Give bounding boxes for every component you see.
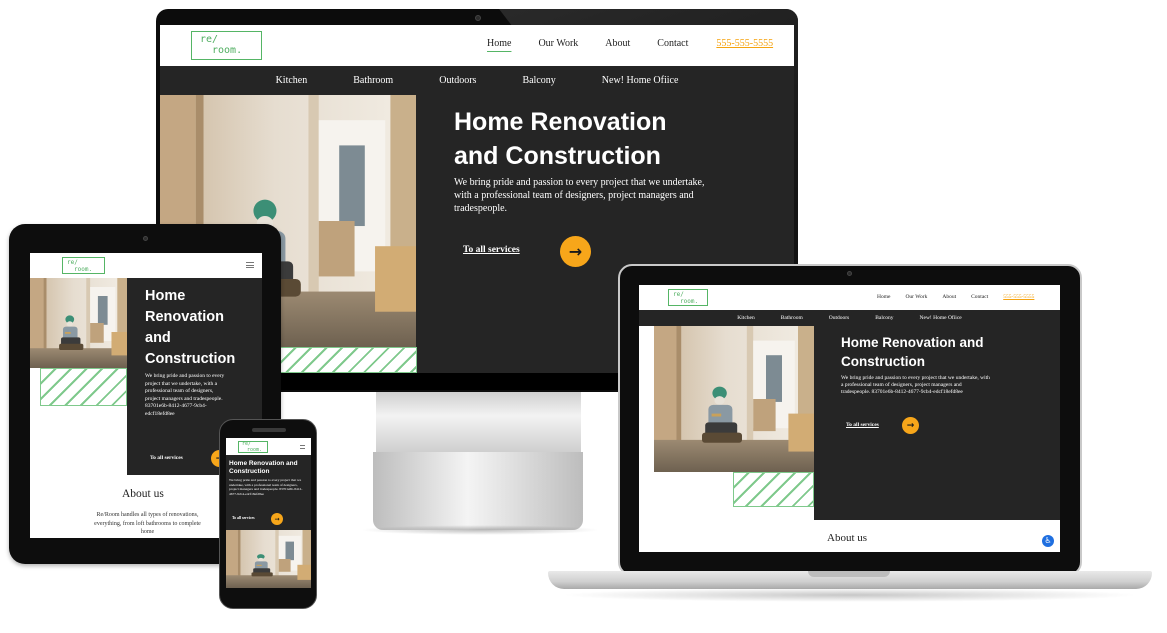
logo-text-top: re/ (200, 34, 219, 45)
nav-contact[interactable]: Contact (657, 38, 688, 49)
nav-our-work[interactable]: Our Work (538, 38, 578, 49)
site-header: re/ room. (226, 438, 311, 455)
arrow-right-icon[interactable]: → (902, 417, 919, 434)
site-header: re/ room. Home Our Work About Contact 55… (160, 25, 794, 66)
category-outdoors[interactable]: Outdoors (829, 315, 849, 321)
laptop-website: re/ room. Home Our Work About Contact 55… (639, 285, 1060, 552)
logo-text-bottom: room. (212, 45, 243, 56)
hero-title: Home Renovation and Construction (454, 105, 667, 173)
arrow-right-icon[interactable]: → (271, 513, 283, 525)
hatch-decoration (733, 472, 814, 507)
logo-text-top: re/ (67, 259, 78, 266)
nav-about[interactable]: About (605, 38, 630, 49)
category-kitchen[interactable]: Kitchen (737, 315, 754, 321)
hero-title-line-2: and Construction (454, 142, 661, 170)
hero-title-line-1: Home (145, 288, 186, 304)
accessibility-icon[interactable]: ♿ (1042, 535, 1054, 547)
all-services-link[interactable]: To all services (150, 455, 183, 461)
logo[interactable]: re/ room. (668, 289, 708, 306)
main-nav: Home Our Work About Contact 555-555-5555 (487, 38, 773, 49)
logo[interactable]: re/ room. (191, 31, 262, 60)
laptop-camera (847, 271, 852, 276)
category-kitchen[interactable]: Kitchen (276, 75, 308, 86)
nav-phone-link[interactable]: 555-555-5555 (716, 38, 773, 49)
hatch-decoration (280, 347, 417, 373)
category-bar: Kitchen Bathroom Outdoors Balcony New! H… (639, 310, 1060, 326)
category-bathroom[interactable]: Bathroom (781, 315, 803, 321)
nav-phone-link[interactable]: 555-555-5555 (1003, 294, 1034, 300)
nav-home[interactable]: Home (877, 294, 890, 300)
hero-description: We bring pride and passion to every proj… (841, 375, 990, 395)
site-header: re/ room. (30, 253, 262, 278)
category-bathroom[interactable]: Bathroom (353, 75, 393, 86)
laptop-notch (808, 571, 890, 577)
monitor-camera (475, 15, 481, 21)
monitor-stand-base (373, 452, 583, 530)
laptop-shadow (560, 588, 1140, 602)
nav-contact[interactable]: Contact (971, 294, 988, 300)
hero-description: We bring pride and passion to every proj… (229, 478, 303, 496)
phone-speaker (252, 428, 286, 432)
site-header: re/ room. Home Our Work About Contact 55… (639, 285, 1060, 310)
all-services-link[interactable]: To all services (463, 245, 520, 255)
hero-photo (654, 326, 814, 472)
logo-text-top: re/ (673, 291, 684, 298)
category-balcony[interactable]: Balcony (875, 315, 893, 321)
logo-text-bottom: room. (247, 446, 263, 453)
hamburger-menu-icon[interactable] (300, 445, 305, 449)
monitor-shadow (360, 525, 600, 535)
hero-title: Home Renovation and Construction (841, 335, 984, 369)
tablet-camera (143, 236, 148, 241)
hero-title-line-3: and (145, 330, 171, 346)
monitor-neck (376, 392, 581, 452)
nav-home[interactable]: Home (487, 38, 511, 49)
main-nav: Home Our Work About Contact 555-555-5555 (877, 294, 1034, 300)
hero-title: Home Renovation and Construction (145, 286, 235, 370)
hero-title: Home Renovation and Construction (229, 460, 298, 475)
all-services-link[interactable]: To all services (846, 422, 879, 428)
hero-photo (226, 530, 311, 588)
hero-title-line-4: Construction (145, 351, 236, 367)
about-heading: About us (827, 532, 868, 544)
arrow-right-icon[interactable]: → (560, 236, 591, 267)
logo[interactable]: re/ room. (238, 441, 268, 453)
category-home-office[interactable]: New! Home Ofiice (920, 315, 962, 321)
nav-about[interactable]: About (942, 294, 956, 300)
all-services-link[interactable]: To all services (232, 516, 255, 520)
hatch-decoration (40, 368, 127, 406)
logo-text-bottom: room. (680, 298, 699, 305)
hamburger-menu-icon[interactable] (246, 262, 254, 268)
hero-description: We bring pride and passion to every proj… (454, 177, 705, 214)
hero-title-line-2: Renovation (145, 309, 224, 325)
nav-our-work[interactable]: Our Work (905, 294, 927, 300)
category-balcony[interactable]: Balcony (522, 75, 555, 86)
category-outdoors[interactable]: Outdoors (439, 75, 476, 86)
category-home-office[interactable]: New! Home Ofiice (602, 75, 679, 86)
hero-title-line-1: Home Renovation (454, 108, 667, 136)
hero-photo (30, 278, 127, 368)
hero-description: We bring pride and passion to every proj… (145, 373, 225, 417)
about-text: Re/Room handles all types of renovations… (94, 512, 201, 535)
logo[interactable]: re/ room. (62, 257, 105, 274)
about-heading: About us (122, 488, 164, 500)
logo-text-bottom: room. (74, 266, 93, 273)
category-bar: Kitchen Bathroom Outdoors Balcony New! H… (160, 66, 794, 95)
phone-website: re/ room. Home Renovation and Constructi… (226, 438, 311, 588)
